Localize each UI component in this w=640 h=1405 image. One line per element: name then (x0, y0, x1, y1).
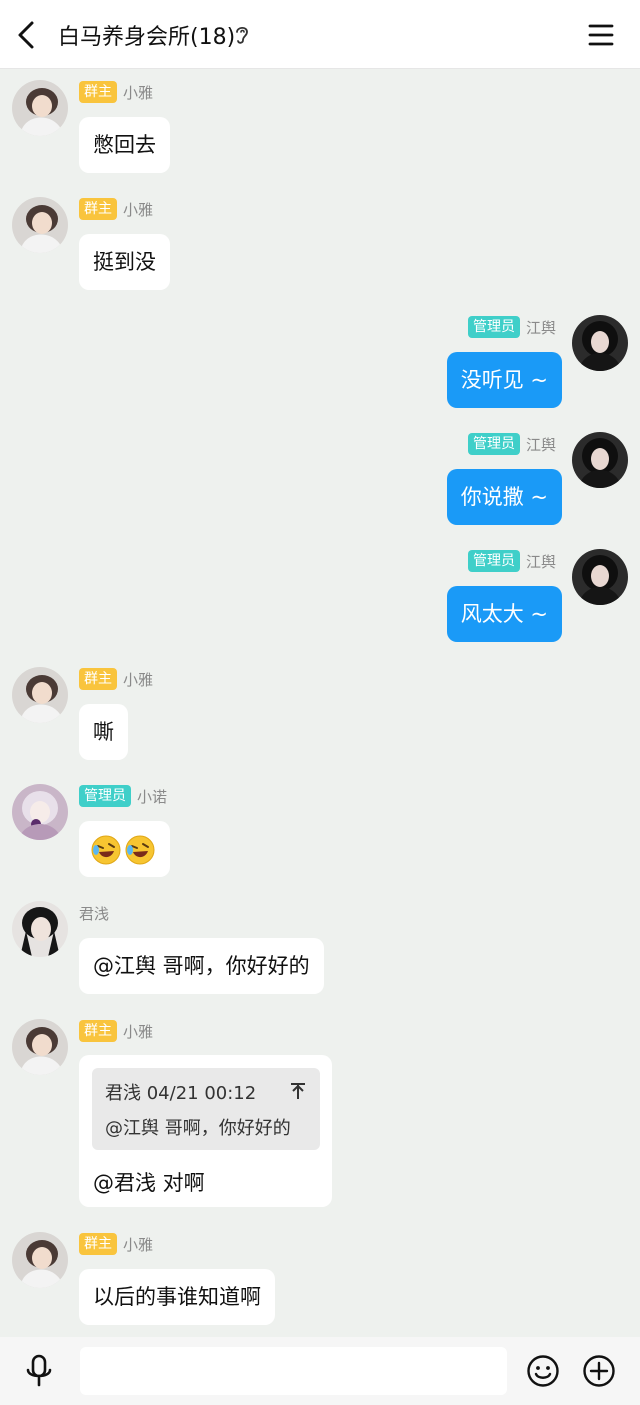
more-button[interactable] (582, 1354, 616, 1388)
jump-to-top-icon[interactable] (288, 1081, 308, 1101)
sender-name: 江舆 (525, 318, 556, 337)
message-meta: 群主 小雅 (79, 1232, 153, 1256)
input-bar (0, 1337, 640, 1405)
sender-name: 江舆 (525, 435, 556, 454)
rolling-laughing-emoji-icon (125, 835, 155, 865)
sender-name: 小雅 (123, 1022, 154, 1041)
avatar[interactable] (12, 1232, 68, 1288)
role-badge: 管理员 (467, 316, 520, 338)
chat-header: 白马养身会所(18) (0, 0, 640, 69)
avatar[interactable] (572, 315, 628, 371)
message-bubble[interactable]: 嘶 (79, 704, 128, 760)
voice-button[interactable] (22, 1353, 56, 1389)
message-bubble[interactable]: 憋回去 (79, 117, 170, 173)
smiley-icon (527, 1355, 559, 1387)
message-meta: 君浅 (79, 901, 109, 925)
role-badge: 管理员 (467, 433, 520, 455)
role-badge: 管理员 (79, 785, 131, 807)
avatar[interactable] (12, 197, 68, 253)
plus-circle-icon (583, 1355, 615, 1387)
message-input[interactable] (80, 1347, 507, 1395)
role-badge: 管理员 (467, 550, 520, 572)
reply-bubble[interactable]: 君浅 04/21 00:12 @江舆 哥啊，你好好的 @君浅 对啊 (79, 1055, 332, 1207)
message-meta: 管理员 小诺 (79, 784, 167, 808)
sender-name: 小雅 (123, 200, 154, 219)
avatar[interactable] (12, 784, 68, 840)
chevron-left-icon (18, 21, 34, 49)
message-meta: 管理员 江舆 (467, 432, 556, 456)
sender-name: 小雅 (123, 1235, 154, 1254)
message-bubble[interactable]: 风太大 ~ (446, 586, 562, 642)
menu-button[interactable] (584, 18, 618, 52)
quote-header: 君浅 04/21 00:12 (105, 1083, 257, 1104)
avatar[interactable] (12, 667, 68, 723)
quote-text: @江舆 哥啊，你好好的 (105, 1118, 291, 1139)
message-bubble[interactable]: 挺到没 (79, 234, 170, 290)
sender-name: 小雅 (123, 83, 154, 102)
message-list[interactable]: 群主 小雅 憋回去 群主 小雅 挺到没 管理员 江舆 没听见 ~ 管理员 江舆 … (0, 69, 640, 1337)
message-meta: 群主 小雅 (79, 80, 153, 104)
microphone-icon (26, 1354, 52, 1387)
message-bubble[interactable]: @江舆 哥啊，你好好的 (79, 938, 324, 994)
role-badge: 群主 (79, 668, 117, 690)
message-bubble[interactable] (79, 821, 170, 877)
message-bubble[interactable]: 以后的事谁知道啊 (79, 1269, 275, 1325)
message-meta: 管理员 江舆 (467, 549, 556, 573)
sender-name: 小雅 (123, 670, 154, 689)
message-meta: 群主 小雅 (79, 1019, 153, 1043)
hamburger-menu-icon (588, 24, 614, 46)
message-bubble[interactable]: 没听见 ~ (446, 352, 562, 408)
role-badge: 群主 (79, 1020, 117, 1042)
emoji-button[interactable] (526, 1354, 560, 1388)
reply-text: @君浅 对啊 (93, 1171, 205, 1195)
role-badge: 群主 (79, 198, 117, 220)
role-badge: 群主 (79, 1233, 117, 1255)
avatar[interactable] (572, 549, 628, 605)
message-meta: 群主 小雅 (79, 667, 153, 691)
back-button[interactable] (10, 16, 46, 54)
group-title[interactable]: 白马养身会所(18) (58, 19, 235, 51)
quoted-message[interactable]: 君浅 04/21 00:12 @江舆 哥啊，你好好的 (92, 1068, 320, 1150)
avatar[interactable] (12, 1019, 68, 1075)
role-badge: 群主 (79, 81, 117, 103)
message-meta: 管理员 江舆 (467, 315, 556, 339)
rolling-laughing-emoji-icon (91, 835, 121, 865)
message-meta: 群主 小雅 (79, 197, 153, 221)
avatar[interactable] (12, 80, 68, 136)
sender-name: 君浅 (79, 904, 110, 923)
message-bubble[interactable]: 你说撒 ~ (446, 469, 562, 525)
ear-icon[interactable] (233, 24, 251, 46)
avatar[interactable] (572, 432, 628, 488)
sender-name: 小诺 (137, 787, 168, 806)
avatar[interactable] (12, 901, 68, 957)
sender-name: 江舆 (525, 552, 556, 571)
